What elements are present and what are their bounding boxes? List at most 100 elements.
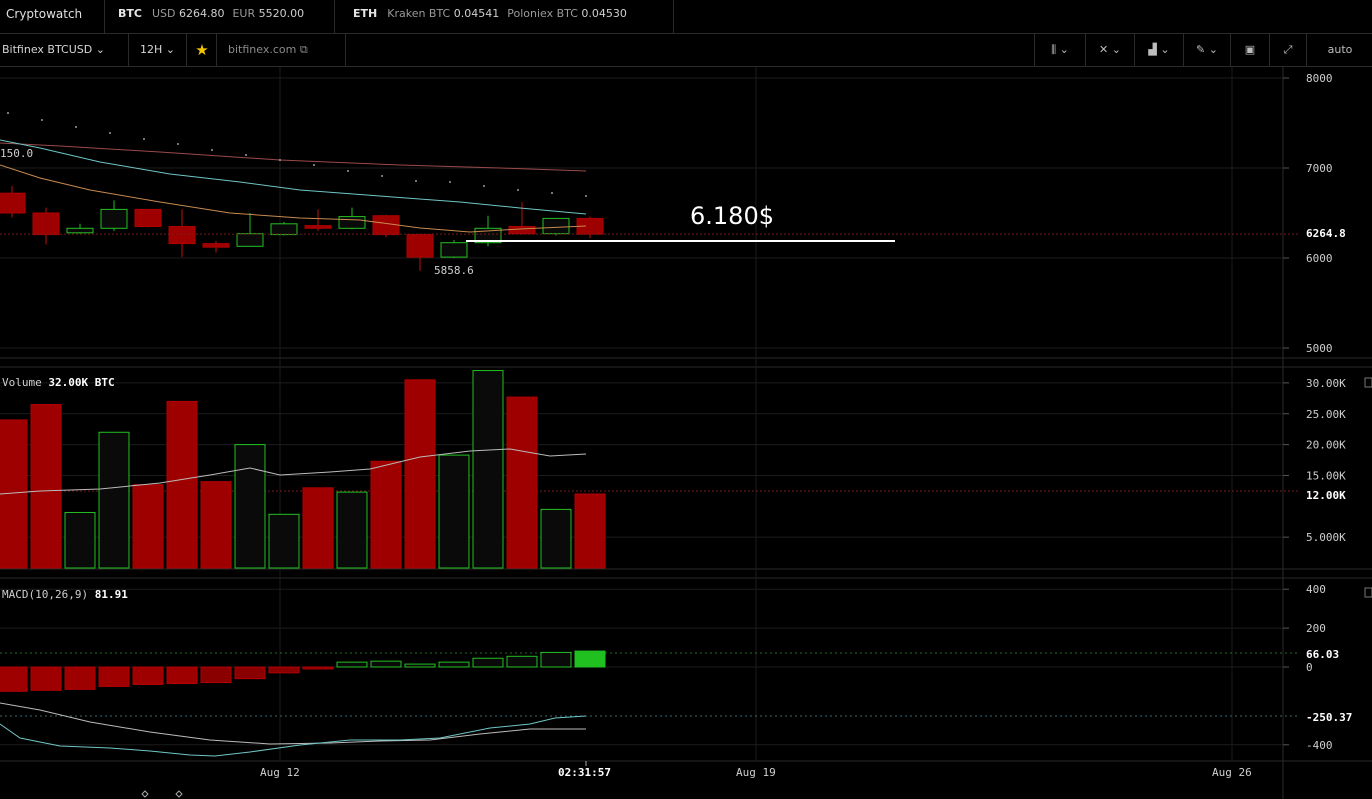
macd-histogram-bar <box>574 650 606 668</box>
macd-histogram-bar <box>404 663 436 668</box>
macd-histogram-bar <box>98 666 130 687</box>
left-edge-label: 150.0 <box>0 147 33 160</box>
drawing-annotation-text[interactable]: 6.180$ <box>690 202 774 230</box>
volume-layer <box>0 370 606 569</box>
sar-dot <box>279 159 281 161</box>
macd-signal-line <box>0 702 586 745</box>
macd-layer <box>0 650 606 757</box>
price-tick-label: 5000 <box>1306 342 1333 355</box>
macd-histogram-bar <box>506 655 538 668</box>
candle-body <box>32 212 60 236</box>
last-price-label: 6264.8 <box>1306 227 1346 240</box>
macd-histogram-bar <box>234 666 266 680</box>
sar-dot <box>7 112 9 114</box>
volume-bar <box>506 396 538 569</box>
price-tick-label: 7000 <box>1306 162 1333 175</box>
macd-label: MACD(10,26,9) 81.91 <box>2 588 128 601</box>
macd-line-current-label: -250.37 <box>1306 711 1352 724</box>
price-tick-label: 6000 <box>1306 252 1333 265</box>
macd-histogram-bar <box>30 666 62 691</box>
macd-tick-label: 400 <box>1306 583 1326 596</box>
volume-bar <box>438 454 470 569</box>
candle-body <box>440 242 468 258</box>
candle-body <box>304 225 332 229</box>
macd-histogram-bar <box>472 657 504 668</box>
macd-histogram-bar <box>370 660 402 668</box>
candle-body <box>202 243 230 248</box>
moving-average-short <box>0 164 587 233</box>
candle-body <box>168 226 196 245</box>
sar-dot <box>483 185 485 187</box>
moving-average-mid <box>0 139 587 215</box>
sar-dot <box>109 132 111 134</box>
candle-body <box>100 208 128 229</box>
axes-layer: 8000 7000 6000 5000 30.00K 25.00K 20.00K 15.00K… <box>141 72 1372 798</box>
volume-bar <box>268 513 300 569</box>
time-label-aug-12: Aug 12 <box>260 766 300 779</box>
cursor-time-label: 02:31:57 <box>558 766 611 779</box>
macd-tick-label: 0 <box>1306 661 1313 674</box>
sar-dot <box>551 192 553 194</box>
price-chart[interactable]: 8000 7000 6000 5000 30.00K 25.00K 20.00K 15.00K… <box>0 0 1372 799</box>
macd-histogram-bar <box>438 661 470 668</box>
sar-dot <box>143 138 145 140</box>
macd-hist-current-label: 66.03 <box>1306 648 1339 661</box>
time-label-aug-26: Aug 26 <box>1212 766 1252 779</box>
moving-average-long <box>0 142 587 172</box>
event-marker-icon <box>141 790 149 798</box>
volume-bar <box>132 484 164 569</box>
macd-histogram-bar <box>302 666 334 670</box>
price-tick-label: 8000 <box>1306 72 1333 85</box>
candle-body <box>270 223 298 236</box>
macd-histogram-bar <box>336 661 368 668</box>
volume-label: Volume 32.00K BTC <box>2 376 115 389</box>
volume-tick-label: 15.00K <box>1306 469 1346 482</box>
macd-tick-label: -400 <box>1306 739 1333 752</box>
sar-dot <box>75 126 77 128</box>
candle-body <box>508 226 536 235</box>
sar-dot <box>517 189 519 191</box>
volume-bar <box>370 460 402 569</box>
macd-histogram-bar <box>132 666 164 686</box>
volume-bar <box>98 431 130 569</box>
macd-histogram-bar <box>268 666 300 674</box>
close-panel-icon <box>1364 377 1372 388</box>
macd-tick-label: 200 <box>1306 622 1326 635</box>
sar-dot <box>177 143 179 145</box>
macd-histogram-bar <box>64 666 96 690</box>
sar-dot <box>245 154 247 156</box>
macd-histogram-bar <box>200 666 232 684</box>
volume-bar <box>166 400 198 569</box>
event-marker-icon <box>175 790 183 798</box>
sar-dot <box>449 181 451 183</box>
volume-tick-label: 25.00K <box>1306 408 1346 421</box>
sar-dot <box>313 164 315 166</box>
volume-bar <box>30 403 62 569</box>
chart-grid <box>0 67 1372 799</box>
candle-body <box>0 192 26 214</box>
close-panel-icon <box>1364 587 1372 598</box>
candle-body <box>542 217 570 235</box>
time-label-aug-19: Aug 19 <box>736 766 776 779</box>
volume-bar <box>574 493 606 569</box>
macd-histogram-bar <box>540 651 572 668</box>
volume-bar <box>234 444 266 569</box>
volume-bar <box>472 370 504 569</box>
candle-body <box>134 208 162 227</box>
sar-dot <box>585 195 587 197</box>
volume-bar <box>302 487 334 569</box>
sar-dot <box>381 175 383 177</box>
volume-bar <box>64 511 96 569</box>
macd-histogram-bar <box>0 666 28 692</box>
sar-dot <box>347 170 349 172</box>
candle-body <box>338 216 366 229</box>
candle-body <box>406 234 434 258</box>
volume-bar <box>540 508 572 569</box>
sar-dot <box>41 119 43 121</box>
sar-dot <box>211 149 213 151</box>
volume-tick-label: 5.000K <box>1306 531 1346 544</box>
volume-bar <box>336 491 368 569</box>
volume-bar <box>404 379 436 569</box>
candle-body <box>236 233 264 247</box>
volume-tick-label: 20.00K <box>1306 439 1346 452</box>
